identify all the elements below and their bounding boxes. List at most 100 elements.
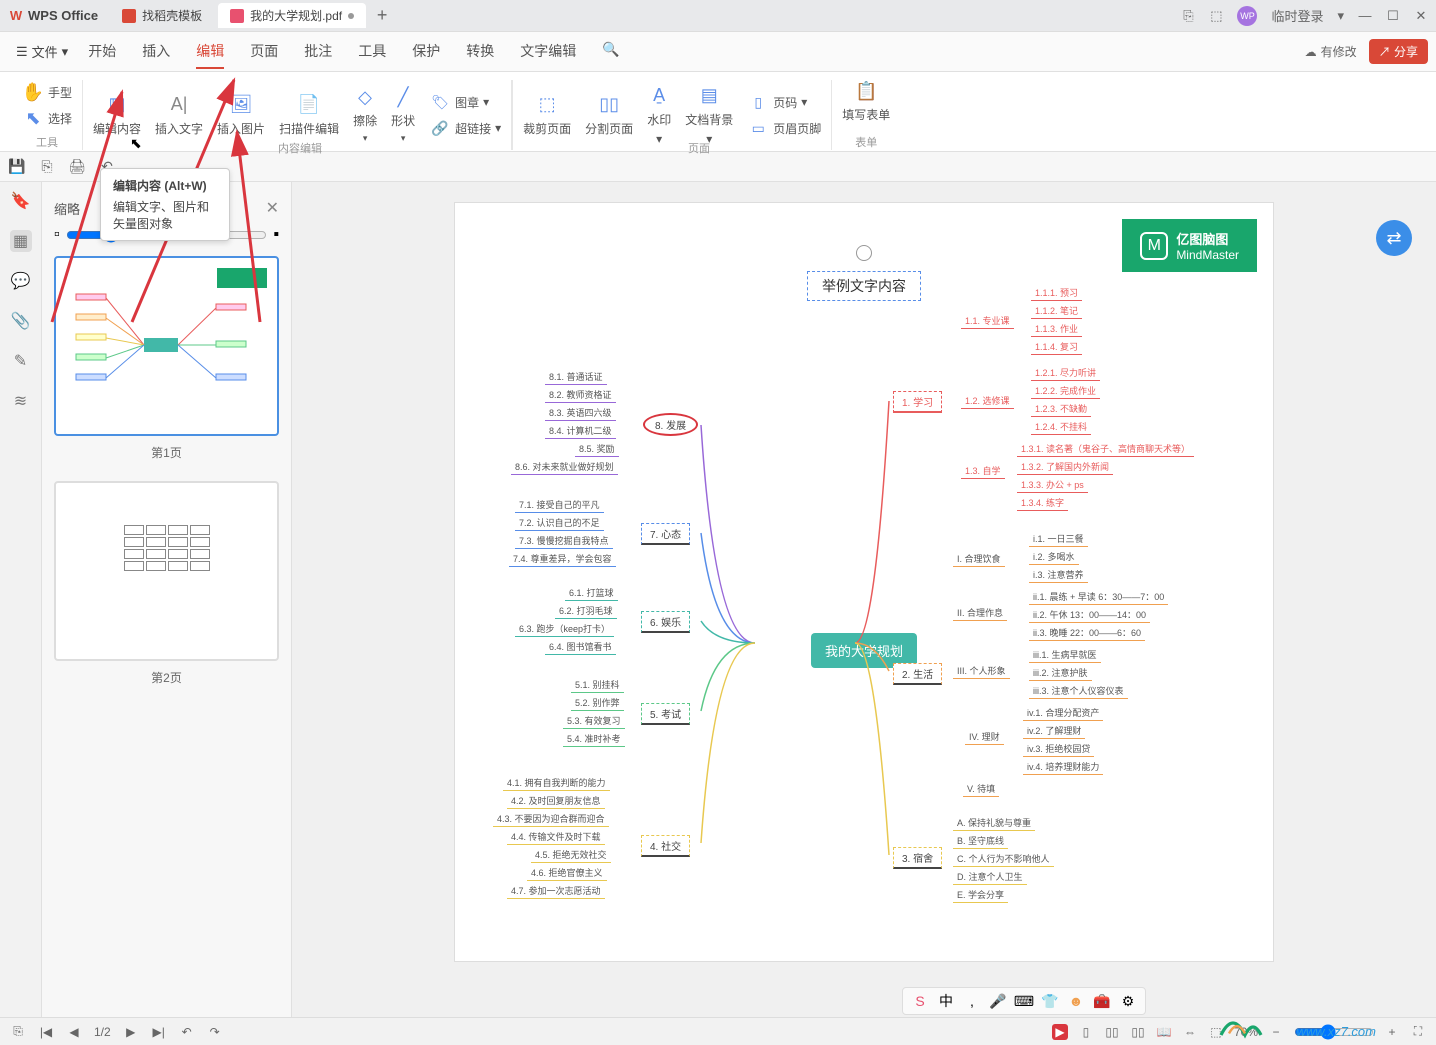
leaf-3-1[interactable]: A. 保持礼貌与尊重 [953, 815, 1035, 831]
leaf-1-3-1[interactable]: 1.3.1. 读名著（鬼谷子、高情商聊天术等） [1017, 441, 1194, 457]
tab-tools[interactable]: 工具 [358, 35, 386, 69]
hyperlink-button[interactable]: 🔗超链接▾ [429, 116, 501, 140]
leaf-8-6[interactable]: 8.6. 对未来就业做好规划 [511, 459, 618, 475]
leaf-8-2[interactable]: 8.2. 教师资格证 [545, 387, 616, 403]
node-8[interactable]: 8. 发展 [643, 413, 698, 436]
rotate-handle[interactable] [856, 245, 872, 261]
tab-start[interactable]: 开始 [88, 35, 116, 69]
leaf-6-1[interactable]: 6.1. 打篮球 [565, 585, 618, 601]
nav-prev-page[interactable]: ◀ [66, 1024, 82, 1040]
device-icon[interactable]: ⎘ [1181, 8, 1195, 24]
leaf-1-1[interactable]: 1.1. 专业课 [961, 313, 1014, 329]
minimize-button[interactable]: — [1358, 8, 1372, 23]
leaf-6-2[interactable]: 6.2. 打羽毛球 [555, 603, 617, 619]
leaf-4-6[interactable]: 4.6. 拒绝官僚主义 [527, 865, 607, 881]
thumbnail-page-1[interactable] [54, 256, 279, 436]
leaf-1-1-4[interactable]: 1.1.4. 复习 [1031, 339, 1082, 355]
leaf-2-3-3[interactable]: iii.3. 注意个人仪容仪表 [1029, 683, 1128, 699]
export-button[interactable]: ⎘ [38, 158, 56, 176]
leaf-1-2-3[interactable]: 1.2.3. 不缺勤 [1031, 401, 1091, 417]
leaf-2-1-1[interactable]: i.1. 一日三餐 [1029, 531, 1088, 547]
leaf-2-4-4[interactable]: iv.4. 培养理财能力 [1023, 759, 1103, 775]
nav-next-page[interactable]: ▶ [123, 1024, 139, 1040]
leaf-1-3-3[interactable]: 1.3.3. 办公 + ps [1017, 477, 1088, 493]
leaf-5-1[interactable]: 5.1. 别挂科 [571, 677, 624, 693]
leaf-5-4[interactable]: 5.4. 准时补考 [563, 731, 625, 747]
nav-first-page[interactable]: |◀ [38, 1024, 54, 1040]
save-button[interactable]: 💾 [8, 158, 26, 176]
leaf-2-3[interactable]: III. 个人形象 [953, 663, 1010, 679]
insert-text-button[interactable]: A|插入文字 [155, 94, 203, 137]
erase-button[interactable]: ◇擦除▾ [353, 86, 377, 144]
header-footer-button[interactable]: ▭页眉页脚 [747, 116, 821, 140]
leaf-8-3[interactable]: 8.3. 英语四六级 [545, 405, 616, 421]
leaf-7-4[interactable]: 7.4. 尊重差异，学会包容 [509, 551, 616, 567]
leaf-2-4-1[interactable]: iv.1. 合理分配资产 [1023, 705, 1103, 721]
zoom-in-thumb-icon[interactable]: ▪ [273, 226, 279, 244]
select-tool[interactable]: ⬉选择 [22, 106, 72, 130]
keyboard-icon[interactable]: ⌨ [1015, 992, 1033, 1010]
leaf-4-2[interactable]: 4.2. 及时回复朋友信息 [507, 793, 605, 809]
record-icon[interactable]: ▶ [1052, 1024, 1068, 1040]
leaf-2-4-3[interactable]: iv.3. 拒绝校园贷 [1023, 741, 1094, 757]
fit-width-icon[interactable]: ⇔ [1182, 1024, 1198, 1040]
leaf-6-3[interactable]: 6.3. 跑步（keep打卡） [515, 621, 614, 637]
leaf-3-3[interactable]: C. 个人行为不影响他人 [953, 851, 1054, 867]
thumbnail-page-2[interactable] [54, 481, 279, 661]
stamp-button[interactable]: 🏷图章▾ [429, 90, 501, 114]
zoom-out-icon[interactable]: − [1268, 1024, 1284, 1040]
leaf-2-5[interactable]: V. 待填 [963, 781, 999, 797]
has-changes[interactable]: ☁ 有修改 [1305, 43, 1357, 60]
toolbox-icon[interactable]: 🧰 [1093, 992, 1111, 1010]
fullscreen-icon[interactable]: ⛶ [1410, 1024, 1426, 1040]
node-2[interactable]: 2. 生活 [893, 663, 942, 685]
split-page-button[interactable]: ▯▯分割页面 [585, 94, 633, 137]
leaf-8-5[interactable]: 8.5. 奖励 [575, 441, 619, 457]
leaf-3-4[interactable]: D. 注意个人卫生 [953, 869, 1027, 885]
comment-icon[interactable]: 💬 [10, 270, 32, 292]
leaf-4-4[interactable]: 4.4. 传输文件及时下载 [507, 829, 605, 845]
background-button[interactable]: ▤文档背景▾ [685, 85, 733, 146]
tab-templates[interactable]: 找稻壳模板 [110, 3, 214, 28]
maximize-button[interactable]: ☐ [1386, 8, 1400, 24]
tab-convert[interactable]: 转换 [466, 35, 494, 69]
insert-image-button[interactable]: 🖼插入图片 [217, 94, 265, 137]
leaf-1-2[interactable]: 1.2. 选修课 [961, 393, 1014, 409]
document-canvas[interactable]: M 亿图脑图MindMaster 举例文字内容 我的大学规划 8. 发展 8.1… [292, 182, 1436, 1017]
leaf-1-1-2[interactable]: 1.1.2. 笔记 [1031, 303, 1082, 319]
tab-insert[interactable]: 插入 [142, 35, 170, 69]
leaf-4-1[interactable]: 4.1. 拥有自我判断的能力 [503, 775, 610, 791]
leaf-1-1-1[interactable]: 1.1.1. 预习 [1031, 285, 1082, 301]
node-6[interactable]: 6. 娱乐 [641, 611, 690, 633]
leaf-2-1[interactable]: I. 合理饮食 [953, 551, 1005, 567]
leaf-2-3-2[interactable]: iii.2. 注意护肤 [1029, 665, 1092, 681]
hand-tool[interactable]: ✋手型 [22, 80, 72, 104]
leaf-7-1[interactable]: 7.1. 接受自己的平凡 [515, 497, 604, 513]
leaf-8-1[interactable]: 8.1. 普通话证 [545, 369, 607, 385]
leaf-2-3-1[interactable]: iii.1. 生病早就医 [1029, 647, 1101, 663]
view-single-icon[interactable]: ▯ [1078, 1024, 1094, 1040]
print-button[interactable]: 🖨 [68, 158, 86, 176]
leaf-1-3[interactable]: 1.3. 自学 [961, 463, 1005, 479]
page-number-button[interactable]: ▯页码▾ [747, 90, 821, 114]
tab-edit[interactable]: 编辑 [196, 35, 224, 69]
login-status[interactable]: 临时登录 [1271, 6, 1323, 25]
leaf-7-2[interactable]: 7.2. 认识自己的不足 [515, 515, 604, 531]
leaf-1-1-3[interactable]: 1.1.3. 作业 [1031, 321, 1082, 337]
leaf-1-3-2[interactable]: 1.3.2. 了解国内外新闻 [1017, 459, 1113, 475]
edit-content-button[interactable]: ▥编辑内容 [93, 94, 141, 137]
leaf-5-2[interactable]: 5.2. 别作弊 [571, 695, 624, 711]
leaf-4-5[interactable]: 4.5. 拒绝无效社交 [531, 847, 611, 863]
tab-annotate[interactable]: 批注 [304, 35, 332, 69]
leaf-4-7[interactable]: 4.7. 参加一次志愿活动 [507, 883, 605, 899]
leaf-5-3[interactable]: 5.3. 有效复习 [563, 713, 625, 729]
leaf-1-3-4[interactable]: 1.3.4. 练字 [1017, 495, 1068, 511]
leaf-3-2[interactable]: B. 坚守底线 [953, 833, 1008, 849]
share-button[interactable]: ↗ 分享 [1369, 39, 1428, 64]
file-menu[interactable]: ☰ 文件 ▾ [8, 38, 76, 65]
node-3[interactable]: 3. 宿舍 [893, 847, 942, 869]
node-1[interactable]: 1. 学习 [893, 391, 942, 413]
leaf-3-5[interactable]: E. 学会分享 [953, 887, 1008, 903]
leaf-2-1-2[interactable]: i.2. 多喝水 [1029, 549, 1079, 565]
leaf-2-2[interactable]: II. 合理作息 [953, 605, 1007, 621]
